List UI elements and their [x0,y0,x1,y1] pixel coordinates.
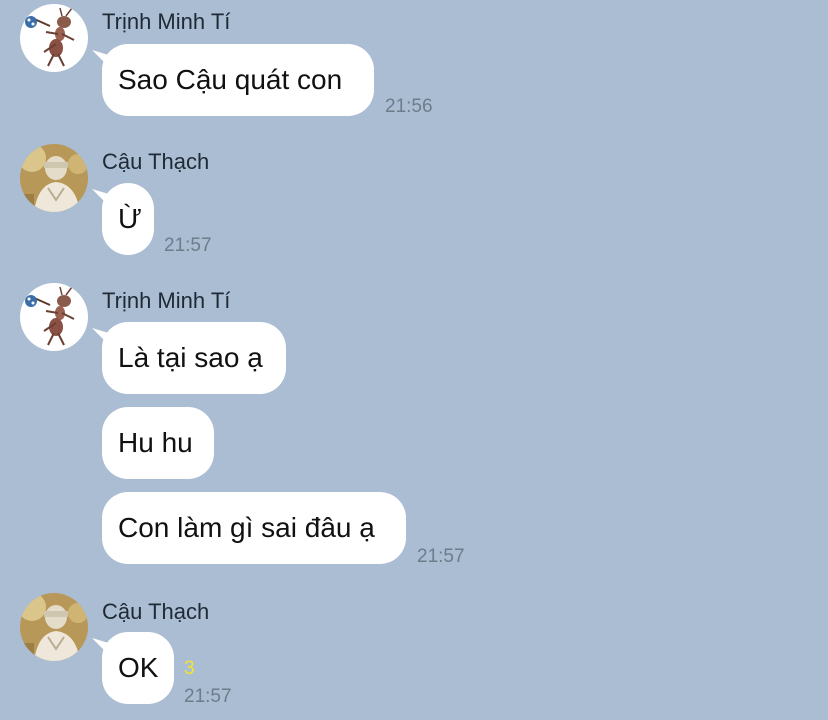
sender-name: Trịnh Minh Tí [102,9,231,34]
sender-avatar[interactable] [20,283,88,351]
message-bubble[interactable]: Con làm gì sai đâu ạ [102,492,406,564]
person-photo-avatar-icon [20,593,88,661]
message-bubble[interactable]: Là tại sao ạ [102,322,286,394]
message-bubble[interactable]: Ừ [102,183,154,255]
message-bubble[interactable]: Hu hu [102,407,214,479]
sender-avatar[interactable] [20,4,88,72]
person-photo-avatar-icon [20,144,88,212]
chat-conversation: Trịnh Minh Tí Sao Cậu quát con 21:56 Cậu… [0,0,828,720]
message-timestamp: 21:57 [184,686,232,707]
read-count: 3 [184,658,195,679]
sender-avatar[interactable] [20,593,88,661]
message-bubble[interactable]: OK [102,632,174,704]
sender-avatar[interactable] [20,144,88,212]
cartoon-ant-with-bindle-icon [20,283,88,351]
message-timestamp: 21:57 [164,235,212,256]
sender-name: Cậu Thạch [102,599,210,624]
cartoon-ant-with-bindle-icon [20,4,88,72]
sender-name: Trịnh Minh Tí [102,288,231,313]
message-timestamp: 21:56 [385,96,433,117]
message-timestamp: 21:57 [417,546,465,567]
message-bubble[interactable]: Sao Cậu quát con [102,44,374,116]
sender-name: Cậu Thạch [102,149,210,174]
